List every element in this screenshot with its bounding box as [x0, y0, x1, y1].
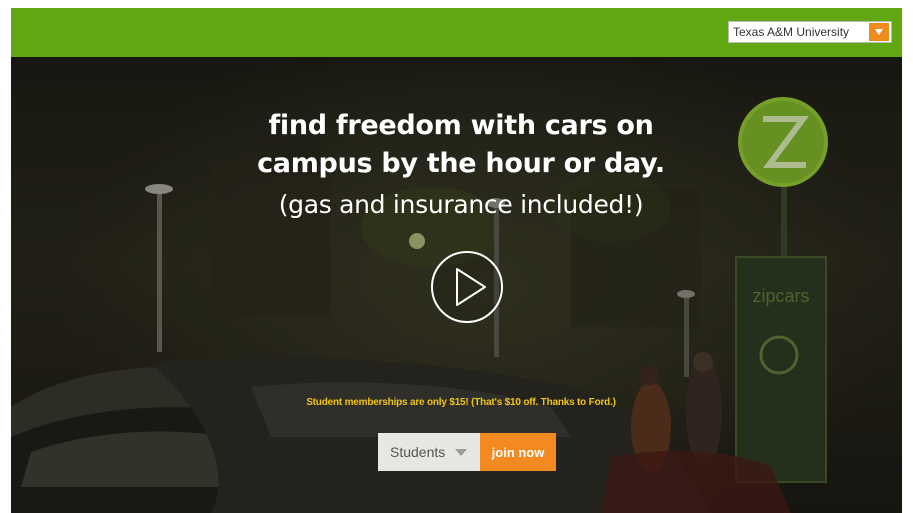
join-now-button[interactable]: join now [480, 433, 556, 471]
hero-subline: (gas and insurance included!) [278, 190, 644, 219]
promo-text: Student memberships are only $15! (That'… [306, 397, 616, 408]
headline-line-1: find freedom with cars on [268, 110, 654, 141]
hero-video-section: zipcars find freedom with cars on campus… [11, 57, 902, 513]
play-video-button[interactable] [429, 249, 505, 325]
membership-type-select[interactable]: Students [378, 433, 480, 471]
membership-type-value: Students [390, 444, 446, 460]
signup-controls: Students join now [378, 433, 556, 471]
headline-line-2: campus by the hour or day. [257, 148, 665, 179]
chevron-down-icon [455, 448, 467, 456]
play-icon [431, 251, 503, 323]
university-select-value: Texas A&M University [733, 25, 850, 39]
page-frame: Texas A&M University zipcars find freedo… [11, 8, 902, 513]
university-select[interactable]: Texas A&M University [728, 21, 892, 43]
hero-headline: find freedom with cars on campus by the … [161, 107, 761, 183]
top-navigation-bar: Texas A&M University [11, 8, 902, 57]
dropdown-arrow-icon[interactable] [869, 23, 889, 41]
